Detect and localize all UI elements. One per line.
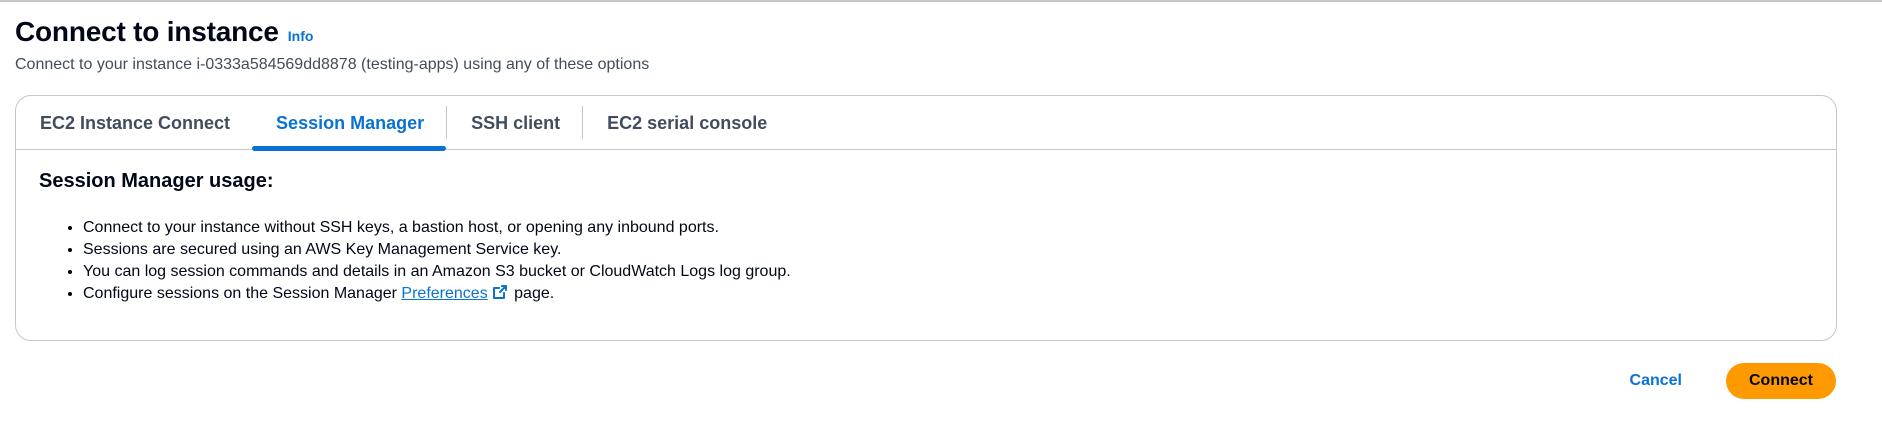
list-item: You can log session commands and details…: [83, 261, 1813, 283]
list-item: Connect to your instance without SSH key…: [83, 217, 1813, 239]
cancel-button[interactable]: Cancel: [1618, 372, 1694, 390]
page-title: Connect to instance: [15, 16, 279, 47]
title-row: Connect to instance Info: [15, 16, 649, 48]
usage-list: Connect to your instance without SSH key…: [83, 217, 1813, 305]
action-bar: Cancel Connect: [1618, 363, 1836, 399]
session-manager-heading: Session Manager usage:: [39, 170, 274, 192]
top-divider: [0, 0, 1882, 2]
tab-ec2-instance-connect[interactable]: EC2 Instance Connect: [16, 96, 252, 150]
preferences-prefix: Configure sessions on the Session Manage…: [83, 285, 397, 302]
session-manager-panel: Session Manager usage: Connect to your i…: [16, 150, 1836, 305]
preferences-link-label: Preferences: [401, 285, 488, 302]
connect-button[interactable]: Connect: [1726, 363, 1836, 399]
tab-ec2-serial-console[interactable]: EC2 serial console: [583, 96, 789, 150]
page-subtitle: Connect to your instance i-0333a584569dd…: [15, 56, 650, 73]
list-item: Configure sessions on the Session Manage…: [83, 283, 1813, 305]
external-link-icon: [492, 285, 507, 299]
connect-options-container: EC2 Instance Connect Session Manager SSH…: [15, 95, 1837, 341]
info-link[interactable]: Info: [288, 28, 314, 44]
tab-list: EC2 Instance Connect Session Manager SSH…: [16, 96, 1836, 151]
tab-session-manager[interactable]: Session Manager: [252, 96, 447, 151]
preferences-link[interactable]: Preferences: [401, 285, 509, 302]
preferences-suffix: page.: [514, 285, 555, 302]
tab-ssh-client[interactable]: SSH client: [447, 96, 582, 150]
page-header: Connect to instance Info Connect to your…: [15, 16, 649, 74]
list-item: Sessions are secured using an AWS Key Ma…: [83, 239, 1813, 261]
